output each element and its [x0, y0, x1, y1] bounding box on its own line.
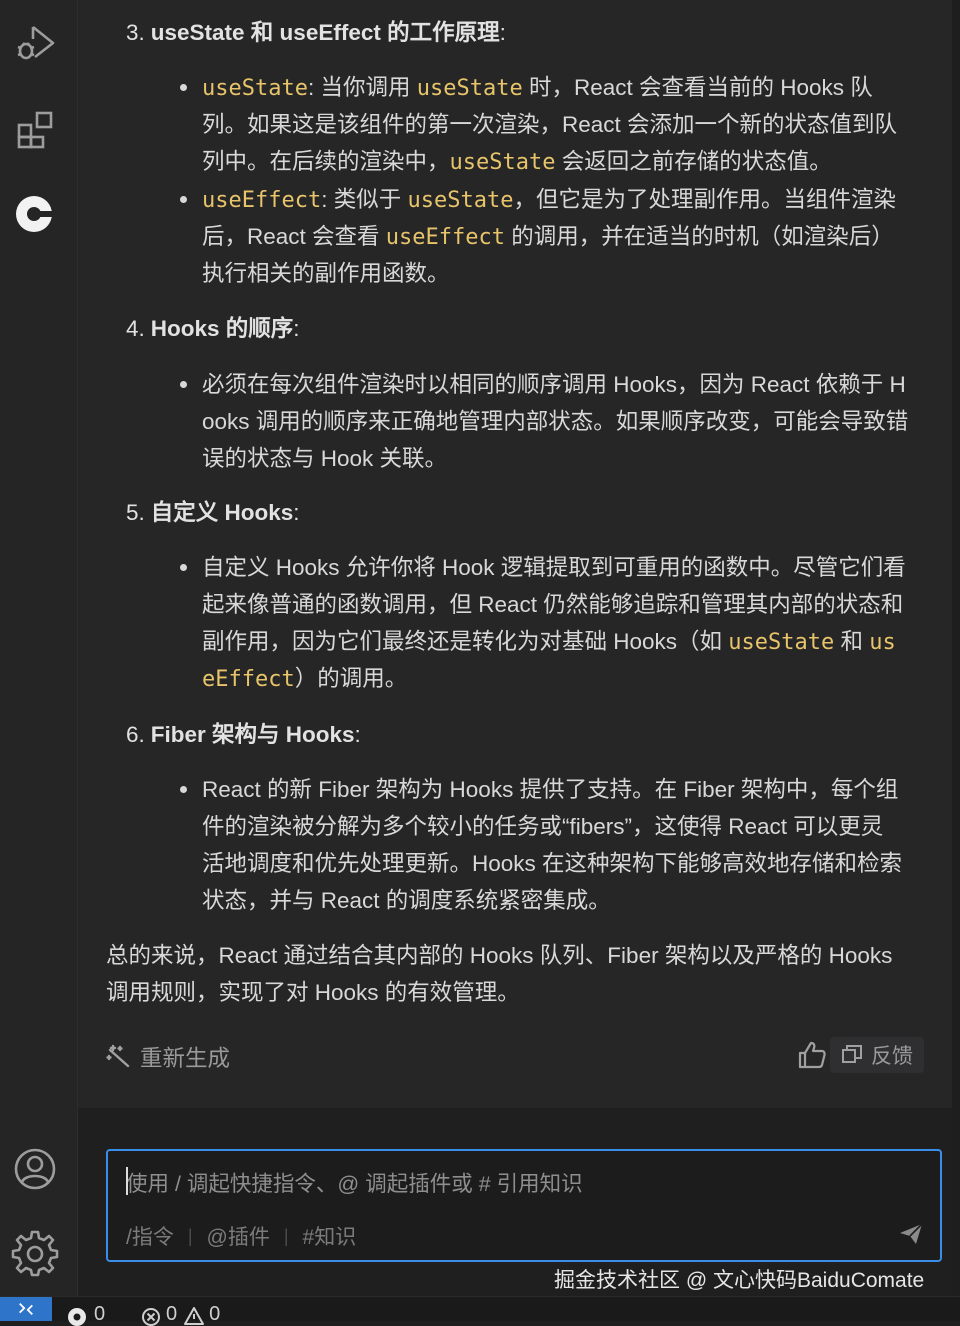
list-item: React 的新 Fiber 架构为 Hooks 提供了支持。在 Fiber 架…	[180, 771, 926, 919]
regenerate-button[interactable]: 重新生成	[106, 1041, 230, 1073]
inline-code: useState	[407, 188, 514, 213]
section-number: 6.	[126, 722, 145, 747]
watermark-text: 掘金技术社区 @ 文心快码BaiduComate	[554, 1269, 925, 1292]
response-actions: 重新生成 反馈	[106, 1035, 924, 1079]
section-colon: :	[293, 316, 300, 341]
inline-code: useState	[416, 76, 523, 101]
text-line: 状态，并与 React 的调度系统紧密集成。	[202, 888, 611, 913]
chat-input[interactable]: 使用 / 调起快捷指令、@ 调起插件或 # 引用知识 /指令 | @插件 | #…	[106, 1149, 942, 1262]
magic-wand-icon	[106, 1044, 130, 1068]
editor-scroll-edge	[952, 0, 960, 1296]
list-item: 自定义 Hooks 允许你将 Hook 逻辑提取到可重用的函数中。尽管它们看 起…	[180, 549, 926, 697]
inline-code: useState	[202, 76, 308, 101]
section-heading: 5. 自定义 Hooks:	[126, 494, 300, 531]
problems-status[interactable]: 0 0	[140, 1303, 220, 1326]
text-run: 会返回之前存储的状态值。	[555, 149, 832, 174]
list-item: useState: 当你调用 useState 时，React 会查看当前的 H…	[180, 69, 926, 180]
run-debug-icon[interactable]	[8, 16, 62, 70]
inline-code: useEffect	[385, 225, 505, 250]
send-icon[interactable]	[898, 1221, 924, 1247]
text-line: 执行相关的副作用函数。	[202, 261, 450, 286]
divider: |	[283, 1225, 289, 1246]
section-number: 4.	[126, 316, 145, 341]
quick-knowledge-button[interactable]: #知识	[303, 1221, 357, 1251]
chat-panel: 3. useState 和 useEffect 的工作原理: useState: …	[78, 0, 952, 1108]
text-run: ，但它是为了处理副作用。当组件渲染	[513, 187, 896, 212]
text-line: 起来像普通的函数调用，但 React 仍然能够追踪和管理其内部的状态和	[202, 592, 904, 617]
inline-code: us	[869, 630, 896, 655]
error-count: 0	[166, 1303, 178, 1325]
text-line: ooks 调用的顺序来正确地管理内部状态。如果顺序改变，可能会导致错	[202, 409, 909, 434]
text-line: 活地调度和优先处理更新。Hooks 在这种架构下能够高效地存储和检索	[202, 851, 903, 876]
inline-code: useEffect	[202, 188, 322, 213]
remote-indicator[interactable]	[0, 1297, 52, 1321]
status-bar: 0 0 0	[0, 1296, 960, 1326]
section-number: 5.	[126, 500, 145, 525]
text-line: 必须在每次组件渲染时以相同的顺序调用 Hooks，因为 React 依赖于 H	[202, 372, 906, 397]
settings-gear-icon[interactable]	[8, 1226, 62, 1280]
inline-code: eEffect	[202, 667, 295, 692]
section-heading: 3. useState 和 useEffect 的工作原理:	[126, 14, 506, 51]
account-icon[interactable]	[8, 1142, 62, 1196]
section-colon: :	[293, 500, 300, 525]
thumbs-up-icon[interactable]	[796, 1039, 828, 1071]
comate-logo-icon[interactable]	[8, 186, 62, 240]
section-heading: 6. Fiber 架构与 Hooks:	[126, 716, 361, 753]
input-placeholder: 使用 / 调起快捷指令、@ 调起插件或 # 引用知识	[126, 1172, 583, 1196]
section-title: useState 和 useEffect 的工作原理	[150, 20, 500, 45]
remote-icon	[19, 1302, 33, 1316]
inline-code: useState	[728, 630, 835, 655]
text-line: 自定义 Hooks 允许你将 Hook 逻辑提取到可重用的函数中。尽管它们看	[202, 555, 906, 580]
section-number: 3.	[126, 20, 145, 45]
text-run: 副作用，因为它们最终还是转化为对基础 Hooks（如	[202, 629, 729, 654]
text-line: 件的渲染被分解为多个较小的任务或“fibers”，这使得 React 可以更灵	[202, 814, 884, 839]
regenerate-label: 重新生成	[140, 1046, 231, 1071]
feedback-label: 反馈	[871, 1045, 913, 1068]
list-item: 必须在每次组件渲染时以相同的顺序调用 Hooks，因为 React 依赖于 H …	[180, 366, 926, 477]
quick-plugin-button[interactable]: @插件	[207, 1221, 270, 1251]
text-run: 时，React 会查看当前的 Hooks 队	[522, 75, 873, 100]
divider: |	[187, 1225, 193, 1246]
quick-command-button[interactable]: /指令	[126, 1221, 174, 1251]
text-line: 列。如果这是该组件的第一次渲染，React 会添加一个新的状态值到队	[202, 112, 898, 137]
text-caret	[126, 1167, 128, 1195]
extensions-icon[interactable]	[8, 102, 62, 156]
list-item: useEffect: 类似于 useState，但它是为了处理副作用。当组件渲染…	[180, 181, 926, 292]
feedback-button[interactable]: 反馈	[830, 1037, 924, 1073]
summary-paragraph: 总的来说，React 通过结合其内部的 Hooks 队列、Fiber 架构以及严…	[106, 937, 946, 1011]
warning-icon	[184, 1306, 205, 1325]
text-line: 总的来说，React 通过结合其内部的 Hooks 队列、Fiber 架构以及严…	[106, 943, 893, 968]
warning-count: 0	[209, 1303, 221, 1325]
section-title: Fiber 架构与 Hooks	[150, 722, 355, 747]
section-title: 自定义 Hooks	[150, 500, 294, 525]
section-title: Hooks 的顺序	[150, 316, 294, 341]
section-heading: 4. Hooks 的顺序:	[126, 310, 300, 347]
inline-code: useState	[449, 150, 556, 175]
sync-status[interactable]: 0	[66, 1303, 105, 1326]
text-run: 列中。在后续的渲染中，	[202, 149, 450, 174]
text-line: React 的新 Fiber 架构为 Hooks 提供了支持。在 Fiber 架…	[202, 777, 899, 802]
text-run: : 类似于	[321, 187, 408, 212]
activity-bar	[0, 0, 78, 1296]
copy-feedback-icon	[842, 1045, 862, 1063]
sync-icon	[68, 1307, 86, 1326]
section-colon: :	[499, 20, 506, 45]
text-run: 和	[834, 629, 870, 654]
quick-actions: /指令 | @插件 | #知识	[126, 1221, 356, 1251]
text-run: : 当你调用	[307, 75, 417, 100]
section-colon: :	[354, 722, 361, 747]
text-line: 调用规则，实现了对 Hooks 的有效管理。	[106, 980, 520, 1005]
text-run: 后，React 会查看	[202, 224, 386, 249]
text-run: 的调用，并在适当的时机（如渲染后）	[505, 224, 894, 249]
text-run: ）的调用。	[294, 666, 408, 691]
sync-count: 0	[94, 1303, 106, 1325]
error-icon	[142, 1307, 160, 1326]
text-line: 误的状态与 Hook 关联。	[202, 446, 448, 471]
